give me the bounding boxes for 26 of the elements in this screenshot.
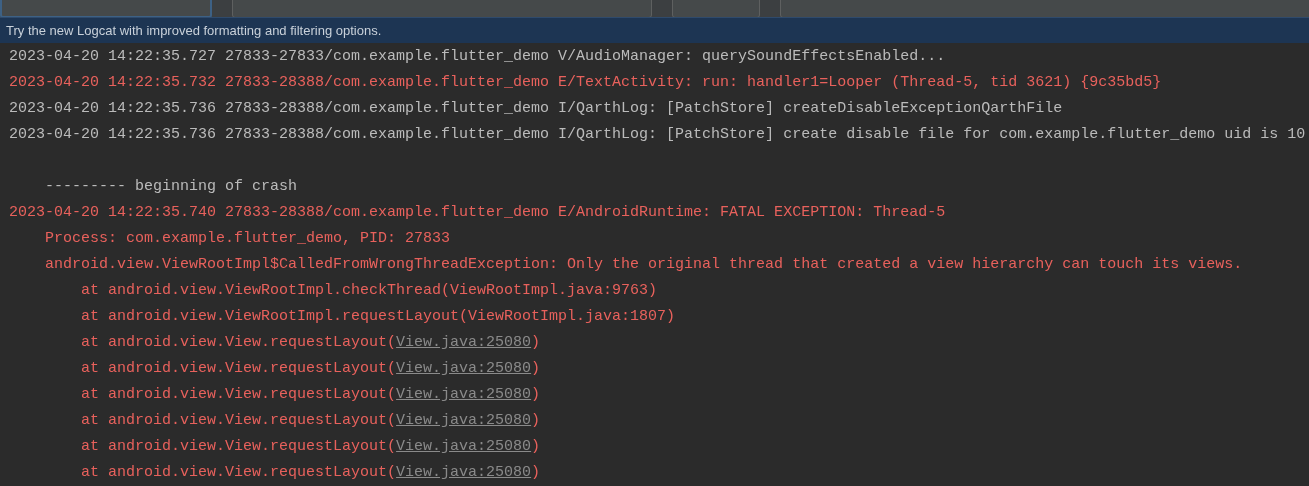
log-line: at android.view.View.requestLayout(View.java:25080) xyxy=(80,437,542,457)
log-line: 2023-04-20 14:22:35.736 27833-28388/com.example.flutter_demo I/QarthLog: [PatchStore] create disable file for com.example.flutter_demo uid is 10 xyxy=(8,125,1307,145)
log-line: at android.view.ViewRootImpl.requestLayout(ViewRootImpl.java:1807) xyxy=(80,307,677,327)
source-link[interactable]: View.java:25080 xyxy=(396,438,532,455)
filter-field[interactable] xyxy=(672,0,760,17)
log-line: at android.view.View.requestLayout(View.java:25080) xyxy=(80,385,542,405)
filter-field[interactable] xyxy=(232,0,652,17)
filter-field[interactable] xyxy=(0,0,212,17)
source-link[interactable]: View.java:25080 xyxy=(396,360,532,377)
log-line: at android.view.ViewRootImpl.checkThread(ViewRootImpl.java:9763) xyxy=(80,281,659,301)
source-link[interactable]: View.java:25080 xyxy=(396,464,532,481)
source-link[interactable]: View.java:25080 xyxy=(396,386,532,403)
source-link[interactable]: View.java:25080 xyxy=(396,334,532,351)
log-line: at android.view.View.requestLayout(View.java:25080) xyxy=(80,463,542,483)
log-line: at android.view.View.requestLayout(View.java:25080) xyxy=(80,359,542,379)
banner-text: Try the new Logcat with improved formatting and filtering options. xyxy=(6,21,382,40)
log-line: at android.view.View.requestLayout(View.java:25080) xyxy=(80,333,542,353)
log-line: 2023-04-20 14:22:35.736 27833-28388/com.example.flutter_demo I/QarthLog: [PatchStore] createDisableExceptionQarthFile xyxy=(8,99,1064,119)
log-line: --------- beginning of crash xyxy=(44,177,299,197)
log-line: 2023-04-20 14:22:35.727 27833-27833/com.example.flutter_demo V/AudioManager: querySoundEffectsEnabled... xyxy=(8,47,947,67)
log-line: 2023-04-20 14:22:35.740 27833-28388/com.example.flutter_demo E/AndroidRuntime: FATAL EXCEPTION: Thread-5 xyxy=(8,203,947,223)
log-line: Process: com.example.flutter_demo, PID: 27833 xyxy=(44,229,452,249)
source-link[interactable]: View.java:25080 xyxy=(396,412,532,429)
log-line: android.view.ViewRootImpl$CalledFromWrongThreadException: Only the original thread that created a view hierarchy can touch its views. xyxy=(44,255,1244,275)
log-line: 2023-04-20 14:22:35.732 27833-28388/com.example.flutter_demo E/TextActivity: run: handler1=Looper (Thread-5, tid 3621) {9c35bd5} xyxy=(8,73,1163,93)
log-line: at android.view.View.requestLayout(View.java:25080) xyxy=(80,411,542,431)
